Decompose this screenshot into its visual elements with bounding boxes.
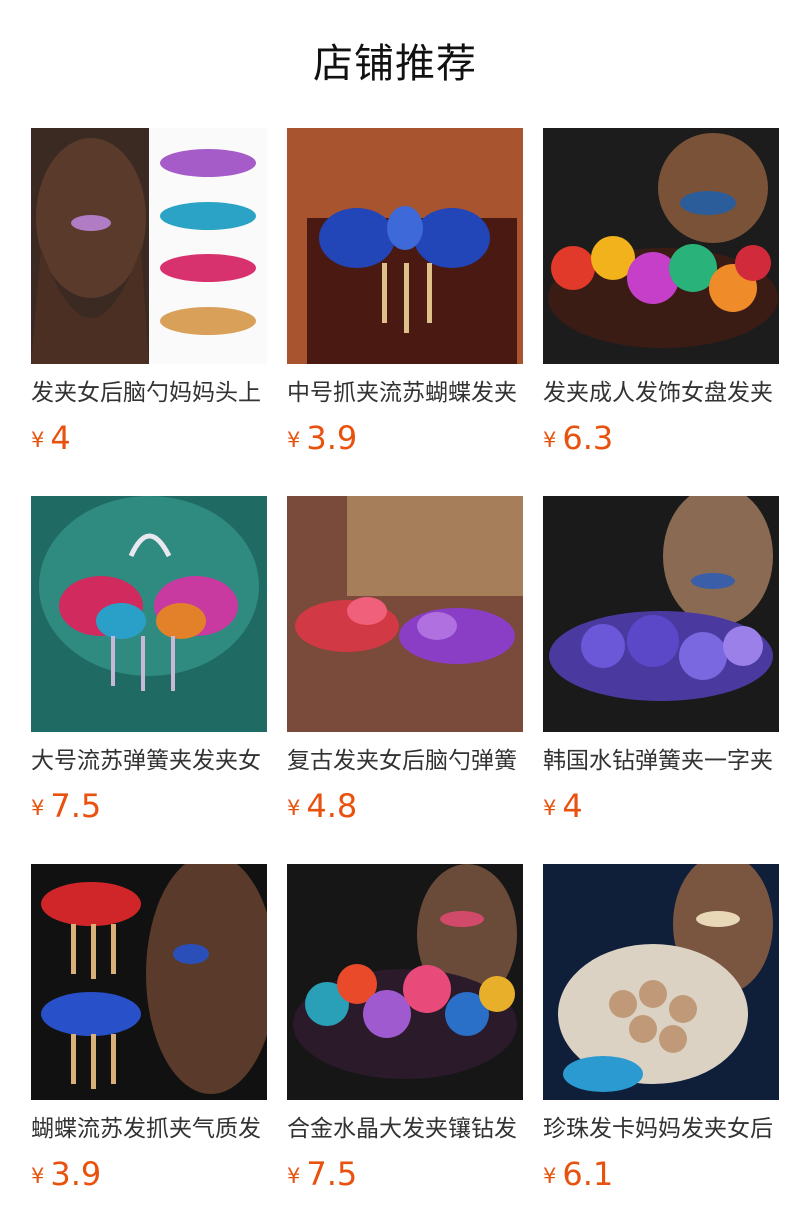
- product-image[interactable]: [543, 128, 779, 364]
- product-image[interactable]: [287, 864, 523, 1100]
- product-card[interactable]: 发夹成人发饰女盘发夹 ¥6.3: [543, 128, 779, 468]
- currency-symbol: ¥: [543, 796, 557, 820]
- price-value: 4.8: [306, 787, 358, 825]
- currency-symbol: ¥: [31, 1164, 45, 1188]
- product-image[interactable]: [31, 496, 267, 732]
- product-title[interactable]: 韩国水钻弹簧夹一字夹: [543, 744, 779, 778]
- product-title[interactable]: 发夹成人发饰女盘发夹: [543, 376, 779, 410]
- price-value: 6.1: [562, 1155, 614, 1193]
- product-title[interactable]: 大号流苏弹簧夹发夹女: [31, 744, 267, 778]
- product-title[interactable]: 珍珠发卡妈妈发夹女后: [543, 1112, 779, 1146]
- product-title[interactable]: 复古发夹女后脑勺弹簧: [287, 744, 523, 778]
- currency-symbol: ¥: [31, 796, 45, 820]
- currency-symbol: ¥: [543, 428, 557, 452]
- product-image[interactable]: [31, 864, 267, 1100]
- product-card[interactable]: 大号流苏弹簧夹发夹女 ¥7.5: [31, 496, 267, 836]
- product-title[interactable]: 蝴蝶流苏发抓夹气质发: [31, 1112, 267, 1146]
- product-card[interactable]: 蝴蝶流苏发抓夹气质发 ¥3.9: [31, 864, 267, 1204]
- product-image[interactable]: [543, 864, 779, 1100]
- product-card[interactable]: 中号抓夹流苏蝴蝶发夹 ¥3.9: [287, 128, 523, 468]
- price-value: 7.5: [306, 1155, 358, 1193]
- currency-symbol: ¥: [287, 428, 301, 452]
- price-value: 4: [50, 419, 71, 457]
- product-price: ¥4: [31, 418, 71, 458]
- product-image[interactable]: [31, 128, 267, 364]
- product-price: ¥4.8: [287, 786, 357, 826]
- product-image[interactable]: [543, 496, 779, 732]
- section-header: 店铺推荐: [0, 0, 790, 128]
- product-image[interactable]: [287, 496, 523, 732]
- product-card[interactable]: 合金水晶大发夹镶钻发 ¥7.5: [287, 864, 523, 1204]
- product-price: ¥4: [543, 786, 583, 826]
- product-price: ¥3.9: [31, 1154, 101, 1194]
- price-value: 3.9: [306, 419, 358, 457]
- product-card[interactable]: 发夹女后脑勺妈妈头上 ¥4: [31, 128, 267, 468]
- product-title[interactable]: 中号抓夹流苏蝴蝶发夹: [287, 376, 523, 410]
- price-value: 7.5: [50, 787, 102, 825]
- product-price: ¥7.5: [287, 1154, 357, 1194]
- price-value: 4: [562, 787, 583, 825]
- currency-symbol: ¥: [287, 1164, 301, 1188]
- product-card[interactable]: 珍珠发卡妈妈发夹女后 ¥6.1: [543, 864, 779, 1204]
- product-price: ¥6.1: [543, 1154, 613, 1194]
- product-card[interactable]: 复古发夹女后脑勺弹簧 ¥4.8: [287, 496, 523, 836]
- product-image[interactable]: [287, 128, 523, 364]
- product-price: ¥3.9: [287, 418, 357, 458]
- product-title[interactable]: 合金水晶大发夹镶钻发: [287, 1112, 523, 1146]
- price-value: 3.9: [50, 1155, 102, 1193]
- product-card[interactable]: 韩国水钻弹簧夹一字夹 ¥4: [543, 496, 779, 836]
- product-price: ¥7.5: [31, 786, 101, 826]
- product-price: ¥6.3: [543, 418, 613, 458]
- price-value: 6.3: [562, 419, 614, 457]
- currency-symbol: ¥: [31, 428, 45, 452]
- section-title: 店铺推荐: [313, 41, 477, 87]
- currency-symbol: ¥: [543, 1164, 557, 1188]
- product-title[interactable]: 发夹女后脑勺妈妈头上: [31, 376, 267, 410]
- currency-symbol: ¥: [287, 796, 301, 820]
